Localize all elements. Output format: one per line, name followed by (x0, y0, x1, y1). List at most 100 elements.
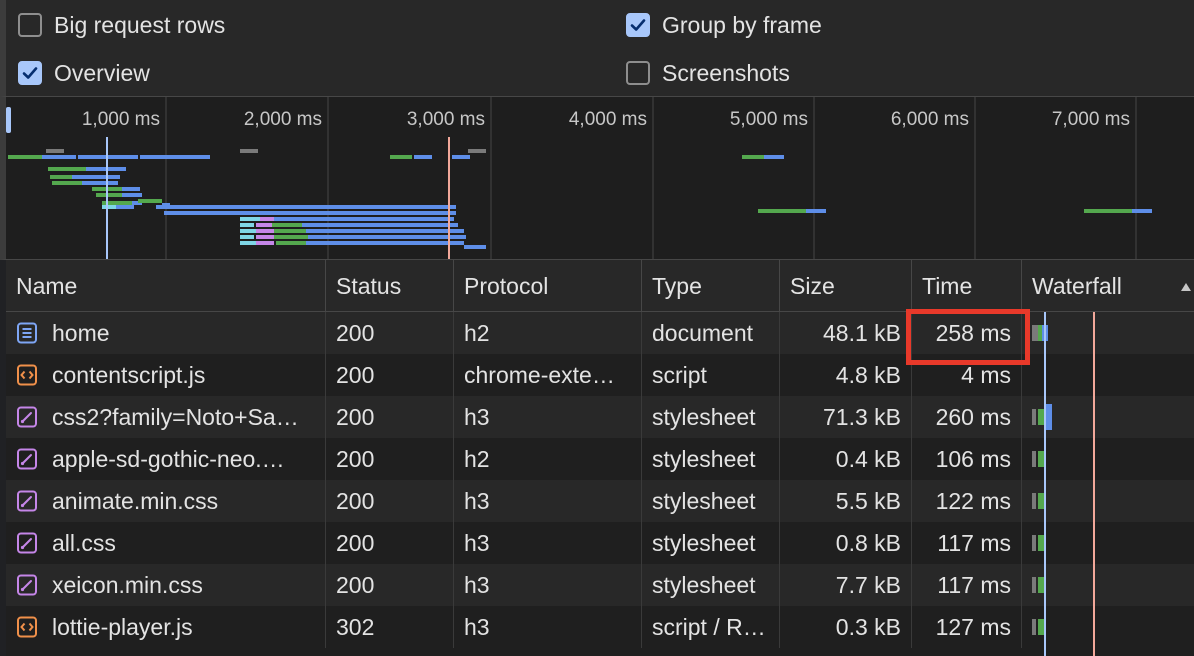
overview-option[interactable]: Overview (18, 59, 150, 87)
cell-size: 4.8 kB (780, 354, 912, 396)
waterfall-row-svg (1032, 404, 1052, 430)
waterfall-bar (1038, 409, 1044, 425)
table-row[interactable]: home 200 h2 document 48.1 kB 258 ms (6, 312, 1194, 354)
cell-status: 200 (326, 354, 454, 396)
request-name: css2?family=Noto+Sa… (52, 403, 299, 430)
overview-svg: 1,000 ms 2,000 ms 3,000 ms 4,000 ms 5,00… (6, 97, 1152, 259)
waterfall-bar (1032, 493, 1036, 509)
column-header-status[interactable]: Status (326, 260, 454, 312)
big-request-rows-checkbox[interactable] (18, 13, 42, 37)
name-wrap: home (16, 320, 110, 347)
cell-name[interactable]: lottie-player.js (6, 606, 326, 648)
waterfall-bar (1044, 535, 1046, 551)
cell-name[interactable]: apple-sd-gothic-neo.… (6, 438, 326, 480)
script-icon (16, 616, 38, 638)
name-wrap: all.css (16, 530, 116, 557)
cell-type: stylesheet (642, 522, 780, 564)
cell-time: 106 ms (912, 438, 1022, 480)
checkmark-icon (22, 67, 38, 79)
group-by-frame-checkbox[interactable] (626, 13, 650, 37)
request-name: xeicon.min.css (52, 571, 203, 598)
cell-name[interactable]: animate.min.css (6, 480, 326, 522)
column-header-protocol[interactable]: Protocol (454, 260, 642, 312)
stylesheet-icon (16, 406, 38, 428)
cell-size: 71.3 kB (780, 396, 912, 438)
cell-size: 0.8 kB (780, 522, 912, 564)
overview-left-handle[interactable] (6, 107, 11, 133)
waterfall-row-svg (1032, 577, 1046, 593)
cell-time: 258 ms (912, 312, 1022, 354)
cell-waterfall (1022, 354, 1194, 396)
stylesheet-icon (16, 448, 38, 470)
cell-protocol: h3 (454, 522, 642, 564)
cell-waterfall (1022, 522, 1194, 564)
column-header-size[interactable]: Size (780, 260, 912, 312)
cell-name[interactable]: contentscript.js (6, 354, 326, 396)
waterfall-row-svg (1022, 354, 1194, 396)
cell-time: 4 ms (912, 354, 1022, 396)
cell-protocol: chrome-exte… (454, 354, 642, 396)
waterfall-row-svg (1032, 535, 1046, 551)
cell-name[interactable]: css2?family=Noto+Sa… (6, 396, 326, 438)
table-row[interactable]: lottie-player.js 302 h3 script / R… 0.3 kB 12… (6, 606, 1194, 648)
cell-protocol: h3 (454, 606, 642, 648)
tick-label: 2,000 ms (244, 109, 322, 130)
request-name: lottie-player.js (52, 613, 193, 640)
cell-time: 117 ms (912, 522, 1022, 564)
name-wrap: xeicon.min.css (16, 572, 203, 599)
cell-status: 200 (326, 396, 454, 438)
cell-name[interactable]: home (6, 312, 326, 354)
waterfall-row-svg (1032, 619, 1046, 635)
overview-label: Overview (54, 59, 150, 86)
network-requests-table: Name Status Protocol Type Size Time Wate… (6, 260, 1194, 656)
cell-status: 200 (326, 564, 454, 606)
cell-status: 200 (326, 522, 454, 564)
waterfall-bar (1044, 577, 1046, 593)
script-icon (16, 364, 38, 386)
cell-protocol: h3 (454, 480, 642, 522)
column-header-type[interactable]: Type (642, 260, 780, 312)
waterfall-bar (1032, 577, 1036, 593)
table-row[interactable]: contentscript.js 200 chrome-exte… script 4.8… (6, 354, 1194, 396)
cell-type: script (642, 354, 780, 396)
waterfall-row-svg (1032, 493, 1046, 509)
cell-protocol: h2 (454, 438, 642, 480)
cell-waterfall (1022, 312, 1194, 354)
cell-status: 200 (326, 312, 454, 354)
tick-label: 6,000 ms (891, 109, 969, 130)
screenshots-option[interactable]: Screenshots (626, 59, 790, 87)
table-row[interactable]: apple-sd-gothic-neo.… 200 h2 stylesheet 0.4 … (6, 438, 1194, 480)
cell-name[interactable]: all.css (6, 522, 326, 564)
column-header-waterfall[interactable]: Waterfall (1022, 260, 1194, 312)
waterfall-bar (1044, 619, 1046, 635)
column-header-name[interactable]: Name (6, 260, 326, 312)
waterfall-bar (1038, 493, 1044, 509)
big-request-rows-option[interactable]: Big request rows (18, 11, 225, 39)
name-wrap: apple-sd-gothic-neo.… (16, 446, 285, 473)
screenshots-checkbox[interactable] (626, 61, 650, 85)
cell-waterfall (1022, 606, 1194, 648)
cell-type: document (642, 312, 780, 354)
waterfall-bar (1032, 325, 1038, 341)
table-row[interactable]: all.css 200 h3 stylesheet 0.8 kB 117 ms (6, 522, 1194, 564)
cell-size: 0.4 kB (780, 438, 912, 480)
table-row[interactable]: animate.min.css 200 h3 stylesheet 5.5 kB 122 … (6, 480, 1194, 522)
table-row[interactable]: css2?family=Noto+Sa… 200 h3 stylesheet 71.3 … (6, 396, 1194, 438)
column-header-time[interactable]: Time (912, 260, 1022, 312)
overview-checkbox[interactable] (18, 61, 42, 85)
group-by-frame-option[interactable]: Group by frame (626, 11, 822, 39)
cell-name[interactable]: xeicon.min.css (6, 564, 326, 606)
cell-type: stylesheet (642, 438, 780, 480)
waterfall-row-svg (1032, 451, 1046, 467)
cell-waterfall (1022, 438, 1194, 480)
cell-waterfall (1022, 564, 1194, 606)
waterfall-bar (1044, 451, 1046, 467)
network-overview-timeline[interactable]: 1,000 ms 2,000 ms 3,000 ms 4,000 ms 5,00… (0, 96, 1194, 260)
screenshots-label: Screenshots (662, 59, 790, 86)
cell-protocol: h3 (454, 564, 642, 606)
waterfall-bar (1044, 404, 1052, 430)
table-row[interactable]: xeicon.min.css 200 h3 stylesheet 7.7 kB 117 m… (6, 564, 1194, 606)
table-header: Name Status Protocol Type Size Time Wate… (6, 260, 1194, 312)
waterfall-bar (1038, 535, 1044, 551)
cell-status: 200 (326, 480, 454, 522)
